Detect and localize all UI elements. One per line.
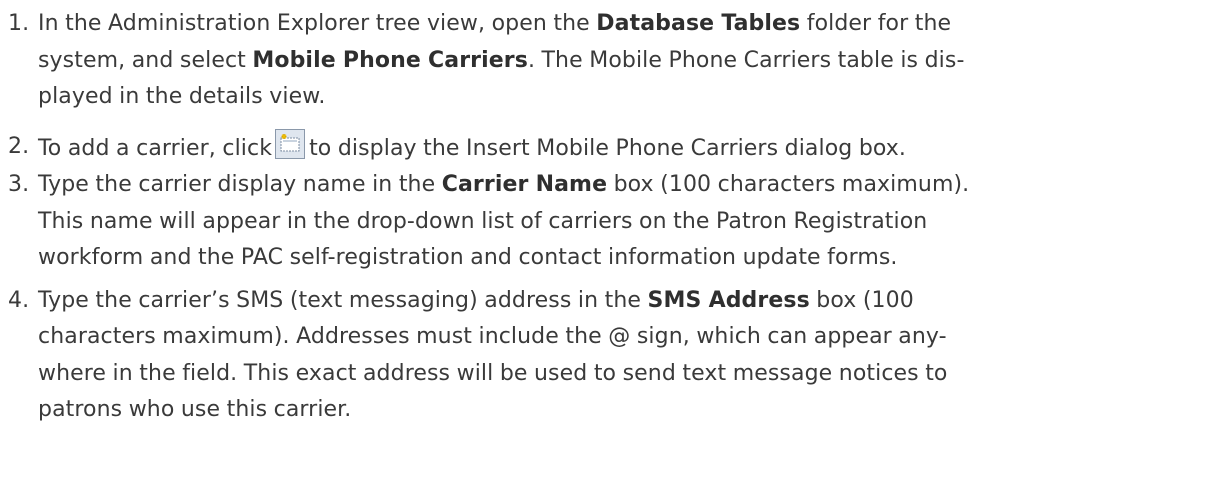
procedure-steps: 1. In the Administration Explorer tree v… [0,0,1228,429]
step-2: 2. To add a carrier, click to display th… [0,128,1228,168]
ui-term-carrier-name: Carrier Name [441,172,608,197]
step-line: patrons who use this carrier. [38,392,1218,429]
step-line: system, and select Mobile Phone Carriers… [38,43,1218,80]
step-line: This name will appear in the drop-down l… [38,204,1218,241]
step-text: patrons who use this carrier. [38,397,352,422]
step-text: played in the details view. [38,84,326,109]
step-number: 1. [8,11,30,36]
step-line: In the Administration Explorer tree view… [38,6,1218,43]
step-line: workform and the PAC self-registration a… [38,240,1218,277]
insert-record-icon [275,128,306,159]
step-line: where in the field. This exact address w… [38,356,1218,393]
step-text: This name will appear in the drop-down l… [38,208,928,234]
ui-term-database-tables: Database Tables [596,11,801,36]
step-text: where in the field. This exact address w… [38,360,948,386]
step-3: 3. Type the carrier display name in the … [0,167,1228,277]
step-text: To add a carrier, click [38,135,273,161]
step-text: system, and select [38,47,253,73]
step-text: In the Administration Explorer tree view… [38,11,597,36]
step-1: 1. In the Administration Explorer tree v… [0,6,1228,116]
ui-term-mobile-phone-carriers: Mobile Phone Carriers [252,47,528,73]
step-line: characters maximum). Addresses must incl… [38,319,1218,356]
step-number: 3. [8,172,30,197]
insert-record-button[interactable] [275,128,306,159]
step-number: 4. [8,287,30,313]
step-text: to display the Insert Mobile Phone Carri… [309,135,906,161]
step-number: 2. [8,133,30,159]
step-text: Type the carrier’s SMS (text messaging) … [38,287,648,313]
ui-term-sms-address: SMS Address [647,287,810,313]
step-text: . The Mobile Phone Carriers table is dis… [527,47,965,73]
step-line: Type the carrier’s SMS (text messaging) … [38,283,1218,320]
step-text: folder for the [800,11,952,36]
step-text: characters maximum). Addresses must incl… [38,324,947,349]
step-text: workform and the PAC self-registration a… [38,245,898,270]
step-line: To add a carrier, click to display the I… [38,128,1218,168]
step-text: box (100 characters maximum). [607,172,970,197]
step-line: Type the carrier display name in the Car… [38,167,1218,204]
step-line: played in the details view. [38,79,1218,116]
step-text: box (100 [809,287,914,313]
step-text: Type the carrier display name in the [38,172,442,197]
step-4: 4. Type the carrier’s SMS (text messagin… [0,283,1228,429]
